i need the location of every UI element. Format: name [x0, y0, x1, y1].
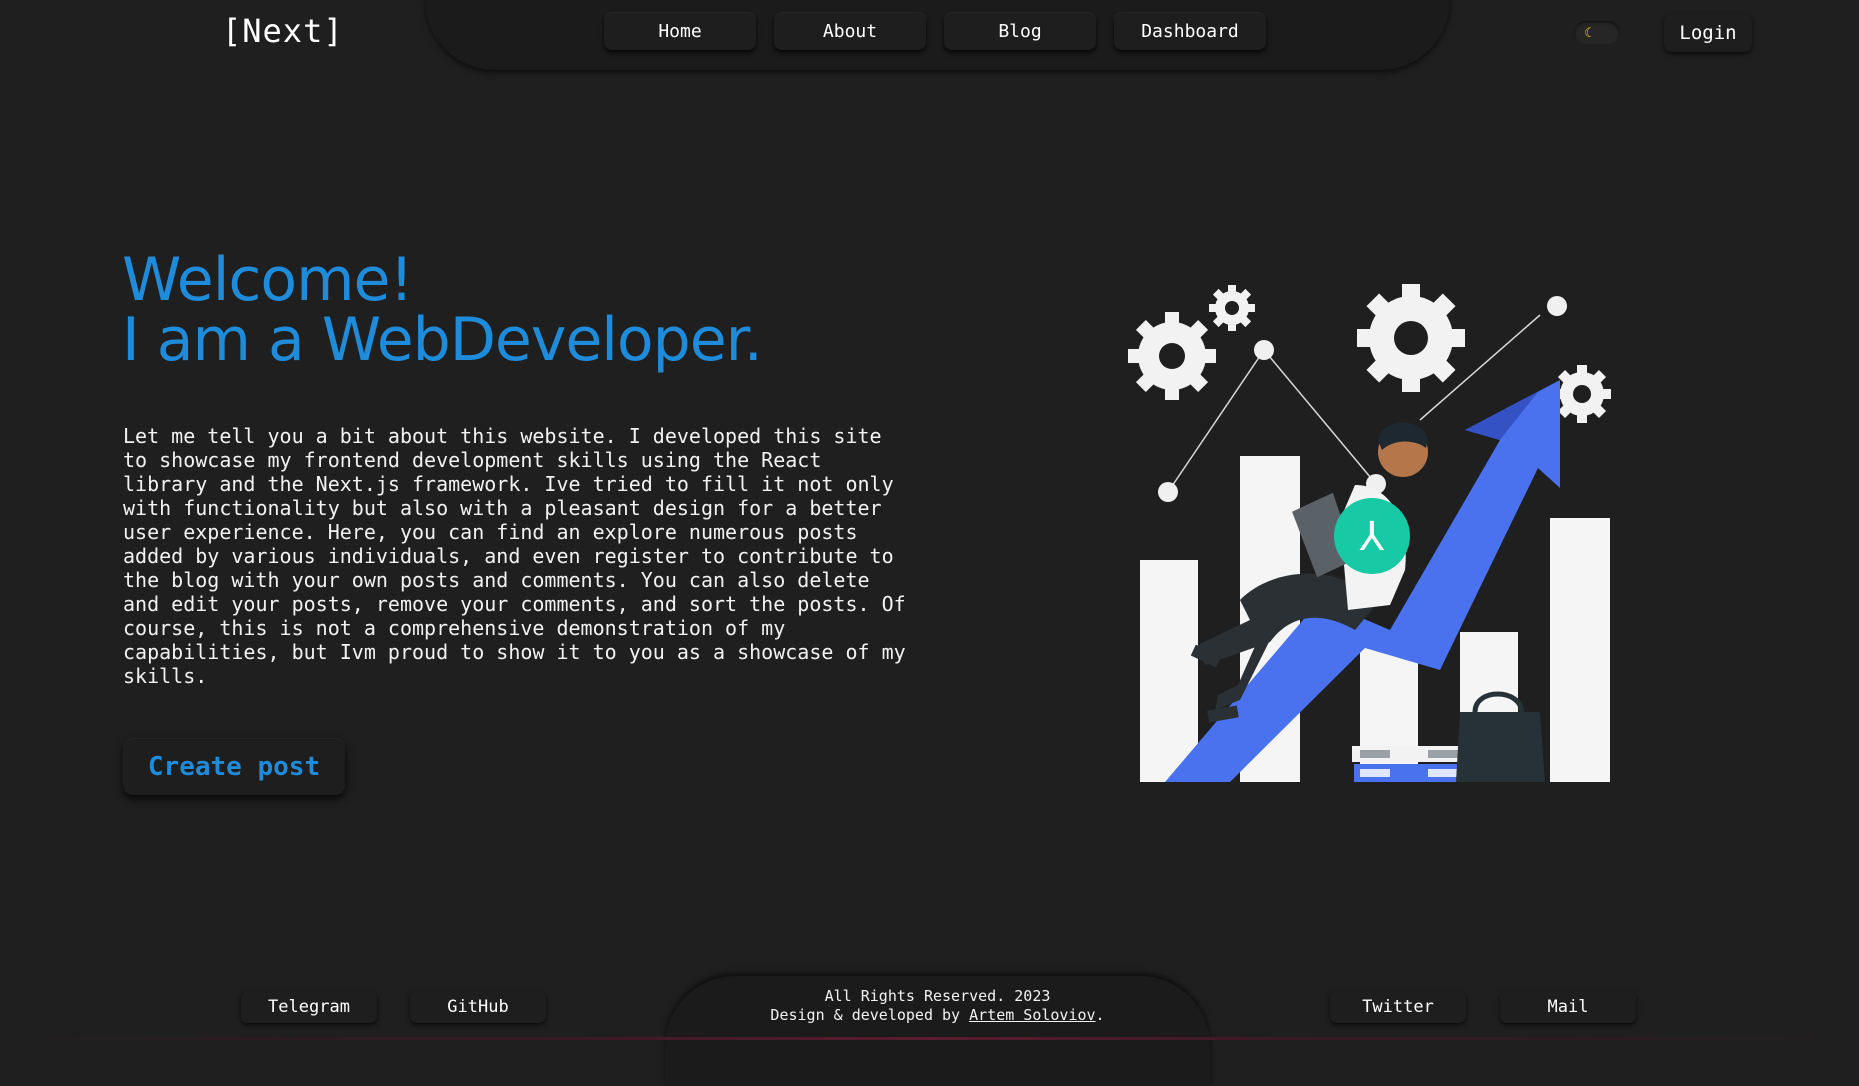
moon-icon: ☾	[1584, 25, 1592, 41]
growth-illustration: ⅄	[1128, 284, 1611, 782]
logo[interactable]: [Next]	[222, 12, 344, 50]
credit-line: Design & developed by Artem Soloviov.	[665, 1006, 1210, 1025]
credit-prefix: Design & developed by	[770, 1006, 961, 1024]
main-nav: Home About Blog Dashboard	[604, 12, 1266, 50]
svg-text:⅄: ⅄	[1359, 514, 1385, 560]
github-link[interactable]: GitHub	[410, 991, 546, 1023]
hero-title: Welcome! I am a WebDeveloper.	[122, 250, 763, 370]
nav-home[interactable]: Home	[604, 12, 756, 50]
nav-dashboard[interactable]: Dashboard	[1114, 12, 1266, 50]
telegram-link[interactable]: Telegram	[241, 991, 377, 1023]
theme-toggle[interactable]: ☾	[1574, 21, 1620, 45]
hero-title-line2: I am a WebDeveloper.	[122, 305, 763, 375]
twitter-link[interactable]: Twitter	[1330, 991, 1466, 1023]
create-post-button[interactable]: Create post	[123, 738, 345, 795]
nav-blog[interactable]: Blog	[944, 12, 1096, 50]
author-link[interactable]: Artem Soloviov	[969, 1006, 1095, 1024]
mail-link[interactable]: Mail	[1500, 991, 1636, 1023]
footer-text: All Rights Reserved. 2023 Design & devel…	[665, 987, 1210, 1025]
login-button[interactable]: Login	[1664, 14, 1752, 52]
hero-description: Let me tell you a bit about this website…	[123, 424, 906, 688]
nav-about[interactable]: About	[774, 12, 926, 50]
copyright: All Rights Reserved. 2023	[824, 987, 1051, 1005]
credit-suffix: .	[1095, 1006, 1105, 1024]
